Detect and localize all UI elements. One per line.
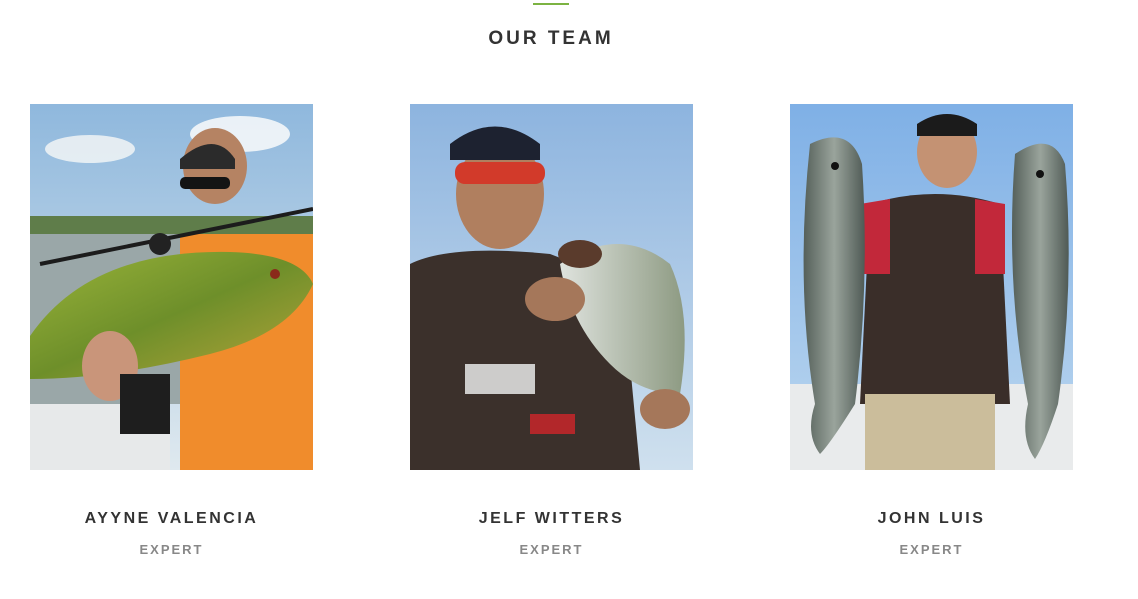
team-member-card: JOHN LUIS EXPERT — [790, 104, 1073, 557]
team-section: OUR TEAM AYYNE VALENCIA EXPERT JELF WITT… — [0, 0, 1138, 599]
team-member-name: JOHN LUIS — [877, 510, 986, 527]
team-member-role: EXPERT — [899, 542, 964, 557]
team-member-photo[interactable] — [30, 104, 313, 470]
team-member-photo[interactable] — [410, 104, 693, 470]
team-member-photo[interactable] — [790, 104, 1073, 470]
team-member-name: JELF WITTERS — [478, 510, 625, 527]
team-member-role: EXPERT — [139, 542, 204, 557]
team-member-name: AYYNE VALENCIA — [84, 510, 259, 527]
team-member-card: JELF WITTERS EXPERT — [410, 104, 693, 557]
section-title: OUR TEAM — [488, 28, 614, 49]
title-accent-line — [533, 3, 569, 5]
team-member-role: EXPERT — [519, 542, 584, 557]
team-member-card: AYYNE VALENCIA EXPERT — [30, 104, 313, 557]
